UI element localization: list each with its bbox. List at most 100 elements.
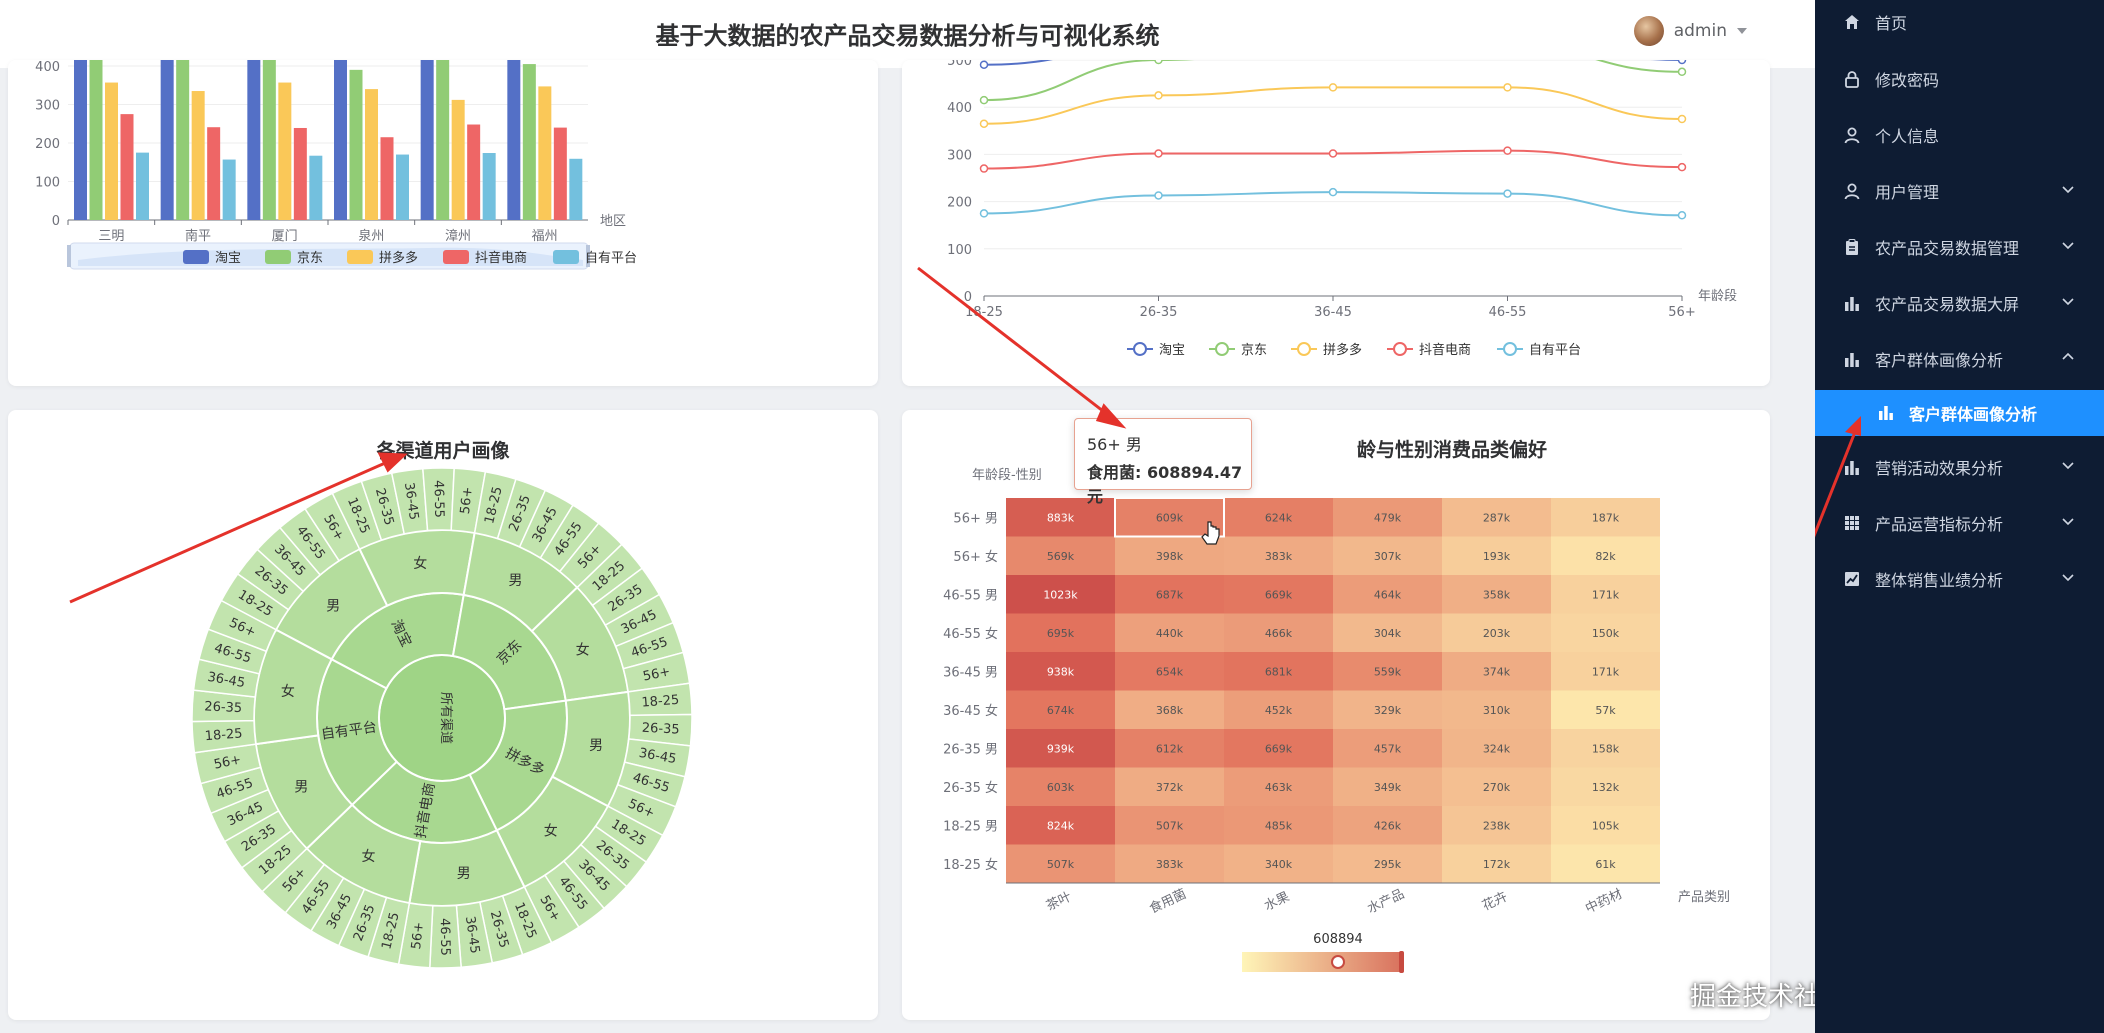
x-tick-label: 食用菌	[1147, 886, 1189, 917]
heatmap-cell-label: 939k	[1047, 742, 1075, 755]
x-tick-label: 茶叶	[1044, 889, 1074, 914]
visual-map-indicator	[1331, 955, 1345, 969]
heatmap-cell-label: 150k	[1592, 627, 1620, 640]
heatmap-cell-label: 479k	[1374, 511, 1402, 524]
legend-marker	[1393, 342, 1407, 356]
sunburst-gender-label: 男	[589, 738, 603, 754]
bar	[89, 60, 103, 220]
bar	[553, 127, 567, 220]
avatar[interactable]	[1633, 16, 1664, 46]
heatmap-cell-label: 203k	[1483, 627, 1511, 640]
bar	[482, 153, 496, 220]
heatmap-cell-label: 463k	[1265, 781, 1293, 794]
y-tick-label: 18-25 男	[943, 819, 998, 834]
region-channel-bar-chart: 0 100 200 300 400 三明 南平 厦门 泉州 漳州 福州 地区淘宝 京东 拼多多 抖音电商 自有…	[35, 60, 637, 270]
sunburst-age-label: 26-35	[204, 699, 242, 716]
y-tick-label: 36-45 女	[943, 703, 998, 719]
x-tick-label: 花卉	[1480, 889, 1510, 914]
heatmap-cell-label: 569k	[1047, 550, 1075, 563]
legend-label: 抖音电商	[1419, 342, 1471, 358]
bar	[207, 127, 221, 220]
bar	[309, 155, 323, 220]
x-tick-label: 水果	[1262, 890, 1292, 915]
sunburst-gender-label: 女	[362, 848, 376, 865]
y-tick-label: 0	[964, 290, 972, 305]
heatmap-cell-label: 171k	[1592, 665, 1620, 678]
legend-swatch	[347, 250, 373, 264]
bar	[136, 152, 149, 220]
legend-swatch	[443, 250, 469, 264]
heatmap-cell-label: 669k	[1265, 588, 1293, 601]
heatmap-cell-label: 1023k	[1043, 588, 1078, 601]
heatmap-cell-label: 681k	[1265, 665, 1293, 678]
bar	[120, 114, 134, 220]
y-tick-label: 56+ 女	[953, 549, 998, 565]
data-point	[1503, 146, 1512, 155]
bar	[262, 60, 276, 220]
heatmap-cell-label: 824k	[1047, 819, 1075, 832]
heatmap-cell-label: 507k	[1047, 858, 1075, 871]
heatmap-cell-label: 374k	[1483, 665, 1511, 678]
legend-label: 拼多多	[379, 250, 418, 266]
sunburst-gender-label: 女	[544, 823, 558, 840]
heatmap-cell-label: 171k	[1592, 588, 1620, 601]
bar	[74, 60, 87, 220]
x-tick-label: 26-35	[1140, 305, 1178, 320]
bar	[436, 60, 450, 220]
x-tick-label: 46-55	[1489, 305, 1527, 320]
data-point	[1503, 83, 1512, 92]
user-menu[interactable]: admin	[1633, 16, 1747, 46]
x-axis-name: 地区	[600, 214, 626, 229]
age-channel-line-card: 0 100 200 300 400 500 18-25 26-35 36-45 46-55 56+ 年…	[902, 60, 1770, 386]
data-point	[1503, 189, 1512, 198]
legend-label: 抖音电商	[475, 250, 527, 266]
legend-swatch	[183, 250, 209, 264]
sunburst-gender-label: 女	[576, 641, 590, 658]
heatmap-cell-label: 324k	[1483, 742, 1511, 755]
bar	[349, 69, 363, 220]
heatmap-cell-label: 172k	[1483, 858, 1511, 871]
y-tick-label: 46-55 女	[943, 626, 998, 642]
y-tick-label: 18-25 女	[943, 857, 998, 873]
sunburst-gender-label: 男	[294, 780, 308, 796]
legend-label: 京东	[1241, 343, 1267, 358]
sunburst-gender-label: 女	[281, 683, 295, 700]
heatmap-cell-label: 270k	[1483, 781, 1511, 794]
heatmap-cell-label: 193k	[1483, 550, 1511, 563]
bar	[160, 60, 174, 220]
x-tick-label: 三明	[98, 229, 124, 244]
data-point	[1328, 83, 1338, 92]
heatmap-cell-label: 624k	[1265, 511, 1293, 524]
sunburst-center-label: 所有渠道	[438, 692, 453, 744]
visual-map-bar	[1242, 952, 1400, 972]
heatmap-cell-label: 57k	[1595, 704, 1616, 717]
x-tick-label: 漳州	[445, 228, 471, 244]
heatmap-cell-label: 674k	[1047, 704, 1075, 717]
bar	[191, 91, 205, 221]
sunburst-age-label: 18-25	[204, 726, 243, 744]
bar	[522, 64, 536, 220]
tooltip-value: 食用菌: 608894.47元	[1087, 463, 1243, 506]
bar	[222, 159, 236, 220]
annotation-arrow	[1815, 416, 1861, 538]
y-tick-label: 100	[947, 243, 972, 258]
heatmap-cell-label: 687k	[1156, 588, 1184, 601]
heatmap-tooltip: 56+ 男 食用菌: 608894.47元	[1074, 418, 1252, 506]
bar	[507, 60, 521, 220]
bar	[278, 82, 292, 221]
data-point	[1154, 191, 1163, 200]
heatmap-cell-label: 372k	[1156, 781, 1184, 794]
sunburst-gender-label: 男	[457, 866, 471, 882]
sunburst-age-label: 46-55	[431, 480, 447, 518]
top-bar: 基于大数据的农产品交易数据分析与可视化系统 admin	[0, 0, 1815, 68]
chart-title: 龄与性别消费品类偏好	[1357, 438, 1547, 461]
bar	[380, 137, 394, 220]
heatmap-cell-label: 507k	[1156, 819, 1184, 832]
heatmap-cell-label: 287k	[1483, 511, 1511, 524]
username[interactable]: admin	[1674, 21, 1727, 41]
bar	[538, 86, 552, 220]
bar	[396, 154, 409, 220]
tooltip-title: 56+ 男	[1087, 435, 1142, 454]
caret-down-icon[interactable]	[1737, 27, 1747, 35]
sidebar: 首页 修改密码 个人信息 用户管理 农产品交易数据管理 农产品交易数据大屏 客户…	[1815, 0, 2104, 1033]
